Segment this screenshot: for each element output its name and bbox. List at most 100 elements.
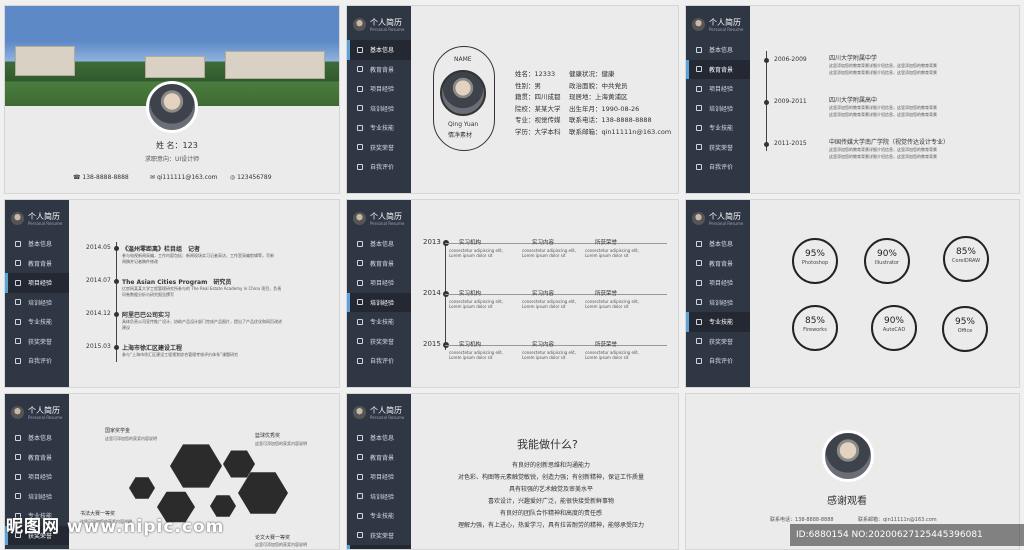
nav-item-training[interactable]: 培训经验	[347, 292, 411, 312]
nav-item-self[interactable]: 自我评价	[347, 545, 411, 549]
nav-item-self[interactable]: 自我评价	[5, 351, 69, 371]
nav-item-awards[interactable]: 获奖荣誉	[686, 138, 750, 158]
nav-item-projects[interactable]: 项目经验	[347, 79, 411, 99]
nav-item-basic[interactable]: 基本信息	[347, 428, 411, 448]
nav-icon	[357, 85, 363, 92]
nav-item-education[interactable]: 教育背景	[686, 254, 750, 274]
info-field: 健康状况：健康	[569, 70, 615, 78]
phone-icon: ☎	[73, 174, 83, 181]
nav-item-self[interactable]: 自我评价	[686, 157, 750, 177]
nav-item-education[interactable]: 教育背景	[347, 254, 411, 274]
nav-list: 基本信息 教育背景 项目经验 培训经验 专业技能 获奖荣誉 自我评价	[347, 40, 411, 177]
slide-self-eval[interactable]: 个人简历 Personal Resume 基本信息 教育背景 项目经验 培训经验 …	[346, 393, 679, 550]
project-date: 2015.03	[86, 343, 111, 350]
id-tag: ID:6880154 NO:20200627125445396081	[790, 524, 1024, 546]
nav-label: 培训经验	[370, 105, 395, 113]
edu-desc: 这里添加您的教育背景详细介绍信息，这里添加您的教育背景	[829, 154, 937, 159]
brand-subtitle: Personal Resume	[370, 414, 405, 420]
self-eval-line: 有良好的创新思维和沟通能力	[511, 462, 590, 469]
nav-item-projects[interactable]: 项目经验	[686, 273, 750, 293]
nav-item-education[interactable]: 教育背景	[5, 254, 69, 274]
slide-grid: 姓 名：123 求职意向：UI设计师 ☎ 138-8888-8888 ✉ qi1…	[0, 0, 1024, 550]
nav-label: 教育背景	[370, 260, 395, 268]
nav-item-self[interactable]: 自我评价	[347, 351, 411, 371]
nav-item-basic[interactable]: 基本信息	[347, 40, 411, 60]
nav-item-skills[interactable]: 专业技能	[347, 118, 411, 138]
brand: 个人简历 Personal Resume	[686, 200, 750, 230]
timeline-dot	[113, 345, 119, 350]
training-year: 2015	[423, 340, 441, 348]
training-year: 2014	[423, 289, 441, 297]
award-desc: 这里可添加您的获奖内容说明	[105, 436, 157, 441]
nav-item-basic[interactable]: 基本信息	[5, 234, 69, 254]
nav-item-training[interactable]: 培训经验	[5, 293, 69, 313]
nav-icon	[15, 434, 21, 441]
nav-item-projects[interactable]: 项目经验	[686, 79, 750, 99]
skill-percent: 85%	[804, 316, 825, 326]
edu-years: 2009-2011	[774, 98, 807, 105]
nav-item-projects[interactable]: 项目经验	[347, 467, 411, 487]
timeline-dot	[763, 142, 769, 147]
nav-item-awards[interactable]: 获奖荣誉	[347, 332, 411, 352]
nav-item-training[interactable]: 培训经验	[347, 487, 411, 507]
slide-cover[interactable]: 姓 名：123 求职意向：UI设计师 ☎ 138-8888-8888 ✉ qi1…	[4, 5, 340, 194]
training-lorem: Lorem ipsum dolor sit	[585, 304, 629, 309]
slide-training[interactable]: 个人简历 Personal Resume 基本信息 教育背景 项目经验 培训经验 …	[346, 199, 679, 388]
nav-item-education[interactable]: 教育背景	[686, 59, 750, 79]
brand: 个人简历 Personal Resume	[5, 394, 69, 424]
avatar-icon	[353, 212, 366, 225]
slide-projects[interactable]: 个人简历 Personal Resume 基本信息 教育背景 项目经验 培训经验 …	[4, 199, 340, 388]
brand-title: 个人简历	[709, 17, 741, 27]
nav-icon	[357, 357, 363, 364]
avatar	[822, 430, 874, 482]
nav-label: 培训经验	[709, 299, 734, 307]
nav-icon	[357, 299, 363, 306]
award-title: 篮球优秀奖	[255, 433, 281, 439]
nav-icon	[357, 105, 363, 112]
qq-value: 123456789	[237, 174, 272, 181]
training-col-title: 实习内容	[532, 240, 555, 246]
nav-item-education[interactable]: 教育背景	[347, 60, 411, 80]
nav-item-education[interactable]: 教育背景	[5, 448, 69, 468]
slide-education[interactable]: 个人简历 Personal Resume 基本信息 教育背景 项目经验 培训经验 …	[685, 5, 1020, 194]
nav-item-projects[interactable]: 项目经验	[347, 273, 411, 293]
nav-item-training[interactable]: 培训经验	[686, 99, 750, 119]
hexagon-shape	[170, 444, 222, 488]
nav-item-education[interactable]: 教育背景	[347, 448, 411, 468]
nav-item-projects[interactable]: 项目经验	[5, 273, 69, 293]
brand-subtitle: Personal Resume	[709, 220, 744, 226]
nav-item-basic[interactable]: 基本信息	[347, 234, 411, 254]
nav-label: 专业技能	[709, 319, 734, 327]
nav-label: 培训经验	[28, 299, 53, 307]
nav-item-awards[interactable]: 获奖荣誉	[347, 526, 411, 546]
nav-item-awards[interactable]: 获奖荣誉	[686, 332, 750, 352]
nav-icon	[15, 473, 21, 480]
training-lorem: Lorem ipsum dolor sit	[449, 355, 493, 360]
slide-basic-info[interactable]: 个人简历 Personal Resume 基本信息 教育背景 项目经验 培训经验 …	[346, 5, 679, 194]
nav-item-basic[interactable]: 基本信息	[5, 428, 69, 448]
skill-ring: 90% AutoCAD	[871, 305, 917, 351]
training-lorem: Lorem ipsum dolor sit	[522, 355, 566, 360]
avatar-icon	[692, 18, 705, 31]
nav-item-skills[interactable]: 专业技能	[347, 506, 411, 526]
nav-item-skills[interactable]: 专业技能	[686, 118, 750, 138]
nav-item-skills[interactable]: 专业技能	[347, 312, 411, 332]
nav-item-awards[interactable]: 获奖荣誉	[5, 332, 69, 352]
thanks-title: 感谢观看	[827, 496, 867, 507]
nav-item-training[interactable]: 培训经验	[686, 293, 750, 313]
nav-item-self[interactable]: 自我评价	[347, 157, 411, 177]
info-field: 现居地：上海黄浦区	[569, 93, 628, 101]
slide-skills[interactable]: 个人简历 Personal Resume 基本信息 教育背景 项目经验 培训经验 …	[685, 199, 1020, 388]
nav-item-training[interactable]: 培训经验	[5, 487, 69, 507]
nav-item-skills[interactable]: 专业技能	[686, 312, 750, 332]
nav-item-skills[interactable]: 专业技能	[5, 312, 69, 332]
nav-item-training[interactable]: 培训经验	[347, 99, 411, 119]
nav-item-awards[interactable]: 获奖荣誉	[347, 138, 411, 158]
nav-item-basic[interactable]: 基本信息	[686, 234, 750, 254]
nav-item-basic[interactable]: 基本信息	[686, 40, 750, 60]
nav-label: 教育背景	[709, 66, 734, 74]
skill-percent: 90%	[883, 316, 904, 326]
nav-item-self[interactable]: 自我评价	[686, 351, 750, 371]
nav-item-projects[interactable]: 项目经验	[5, 467, 69, 487]
nav-list: 基本信息 教育背景 项目经验 培训经验 专业技能 获奖荣誉 自我评价	[347, 428, 411, 549]
